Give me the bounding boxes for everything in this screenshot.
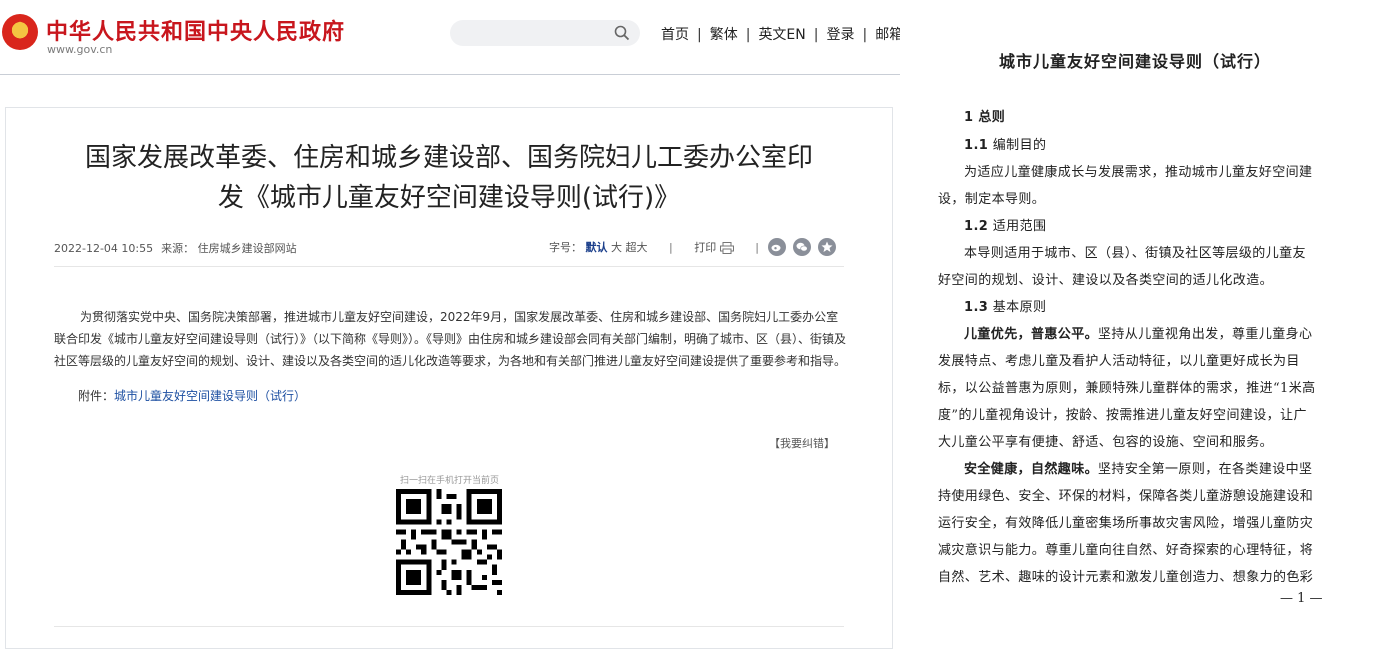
font-size-xlarge[interactable]: 超大 [626, 241, 648, 254]
section-heading-1: 1 总则 [964, 110, 1006, 125]
qr-code-icon [396, 489, 502, 595]
site-title[interactable]: 中华人民共和国中央人民政府 [46, 14, 345, 46]
font-size-large[interactable]: 大 [611, 241, 622, 254]
font-size-label: 字号： [549, 241, 582, 254]
principle-2-title: 安全健康，自然趣味。 [964, 462, 1099, 477]
weibo-share-icon[interactable] [768, 237, 786, 256]
wechat-share-icon[interactable] [793, 237, 811, 256]
page-number: — 1 — [1280, 591, 1323, 606]
document-title: 城市儿童友好空间建设导则（试行） [998, 52, 1271, 71]
paragraph-line: 大儿童公平享有便捷、舒适、包容的设施、空间和服务。 [938, 435, 1274, 450]
nav-mail[interactable]: 邮箱 [875, 27, 903, 43]
favorite-star-icon[interactable] [818, 237, 836, 256]
national-emblem-icon[interactable] [2, 14, 38, 50]
paragraph-line: 发展特点、考虑儿童及看护人活动特征，以儿童更好成长为目 [938, 354, 1300, 369]
paragraph-line: 安全健康，自然趣味。坚持安全第一原则，在各类建设中坚 [964, 458, 1312, 477]
print-button[interactable]: 打印 [694, 241, 737, 254]
font-size-default[interactable]: 默认 [586, 241, 608, 254]
top-nav: 首页 | 繁体 | 英文EN | 登录 | 邮箱 [661, 24, 903, 44]
print-label: 打印 [694, 241, 717, 254]
article-body: 为贯彻落实党中央、国务院决策部署，推进城市儿童友好空间建设，2022年9月，国家… [54, 310, 847, 368]
section-1-1-title: 编制目的 [992, 138, 1047, 153]
tools-separator: | [669, 241, 673, 254]
paragraph-line: 标，以公益普惠为原则，兼顾特殊儿童群体的需求，推进“1米高 [938, 381, 1316, 396]
nav-separator: | [862, 27, 868, 43]
principle-1-text: 坚持从儿童视角出发，尊重儿童身心 [1098, 327, 1313, 342]
nav-separator: | [745, 27, 751, 43]
tools-separator: | [755, 241, 759, 254]
section-heading-1-3: 1.3 基本原则 [964, 296, 1046, 315]
printer-icon [719, 242, 734, 254]
article-card: 国家发展改革委、住房和城乡建设部、国务院妇儿工委办公室印 发《城市儿童友好空间建… [5, 107, 893, 649]
section-heading-1-2: 1.2 适用范围 [964, 215, 1046, 234]
pdf-document-page: 城市儿童友好空间建设导则（试行） 1 总则 1.1 编制目的 为适应儿童健康成长… [900, 0, 1392, 633]
gov-website: 中华人民共和国中央人民政府 www.gov.cn 首页 | 繁体 | 英文EN | 登录 | 邮… [0, 0, 903, 649]
attachment-label: 附件： [78, 389, 115, 403]
section-1-3-number: 1.3 [964, 300, 989, 315]
article-source: 来源： 住房城乡建设部网站 [161, 242, 297, 255]
section-1-3-title: 基本原则 [992, 300, 1047, 315]
search-input[interactable] [450, 20, 640, 46]
paragraph-line: 持使用绿色、安全、环保的材料，保障各类儿童游憩设施建设和 [938, 489, 1314, 504]
section-1-2-number: 1.2 [964, 219, 989, 234]
attachment-link[interactable]: 城市儿童友好空间建设导则（试行） [114, 389, 306, 403]
nav-separator: | [813, 27, 819, 43]
paragraph-line: 设，制定本导则。 [938, 192, 1046, 207]
paragraph-line: 好空间的规划、设计、建设以及各类空间的适儿化改造。 [938, 273, 1274, 288]
footer-divider [54, 626, 844, 627]
article-meta: 2022-12-04 10:55 来源： 住房城乡建设部网站 [54, 240, 297, 256]
site-header: 中华人民共和国中央人民政府 www.gov.cn 首页 | 繁体 | 英文EN | 登录 | 邮… [0, 0, 903, 75]
meta-divider [54, 266, 844, 267]
qr-caption: 扫一扫在手机打开当前页 [400, 476, 500, 486]
section-1-2-title: 适用范围 [992, 219, 1047, 234]
article-title-line2: 发《城市儿童友好空间建设导则(试行)》 [217, 183, 681, 213]
principle-1-title: 儿童优先，普惠公平。 [964, 327, 1099, 342]
paragraph-line: 自然、艺术、趣味的设计元素和激发儿童创造力、想象力的色彩 [938, 570, 1314, 585]
report-error-link[interactable]: 【我要纠错】 [769, 435, 835, 451]
site-url: www.gov.cn [47, 43, 113, 56]
paragraph-line: 儿童优先，普惠公平。坚持从儿童视角出发，尊重儿童身心 [964, 323, 1312, 342]
paragraph-line: 本导则适用于城市、区（县）、街镇及社区等层级的儿童友 [964, 246, 1306, 261]
nav-login[interactable]: 登录 [826, 27, 854, 43]
principle-2-text: 坚持安全第一原则，在各类建设中坚 [1098, 462, 1313, 477]
section-heading-1-1: 1.1 编制目的 [964, 134, 1046, 153]
nav-separator: | [697, 27, 702, 43]
nav-english[interactable]: 英文EN [758, 27, 805, 43]
paragraph-line: 减灾意识与能力。尊重儿童向往自然、好奇探索的心理特征，将 [938, 543, 1314, 558]
share-bar [768, 236, 843, 256]
paragraph-line: 度”的儿童视角设计，按龄、按需推进儿童友好空间建设，让广 [938, 408, 1307, 423]
nav-home[interactable]: 首页 [661, 27, 689, 43]
article-datetime: 2022-12-04 10:55 [54, 242, 154, 255]
attachment-row: 附件：城市儿童友好空间建设导则（试行） [78, 387, 306, 404]
article-title-line1: 国家发展改革委、住房和城乡建设部、国务院妇儿工委办公室印 [84, 143, 813, 173]
article-title: 国家发展改革委、住房和城乡建设部、国务院妇儿工委办公室印 发《城市儿童友好空间建… [46, 138, 852, 218]
section-1-1-number: 1.1 [964, 138, 989, 153]
paragraph-line: 为适应儿童健康成长与发展需求，推动城市儿童友好空间建 [964, 165, 1313, 180]
nav-traditional[interactable]: 繁体 [710, 27, 738, 43]
article-tools: 字号： 默认 大 超大 | 打印 | [549, 239, 777, 255]
paragraph-line: 运行安全，有效降低儿童密集场所事故灾害风险，增强儿童防灾 [938, 516, 1314, 531]
search-icon[interactable] [614, 25, 630, 41]
